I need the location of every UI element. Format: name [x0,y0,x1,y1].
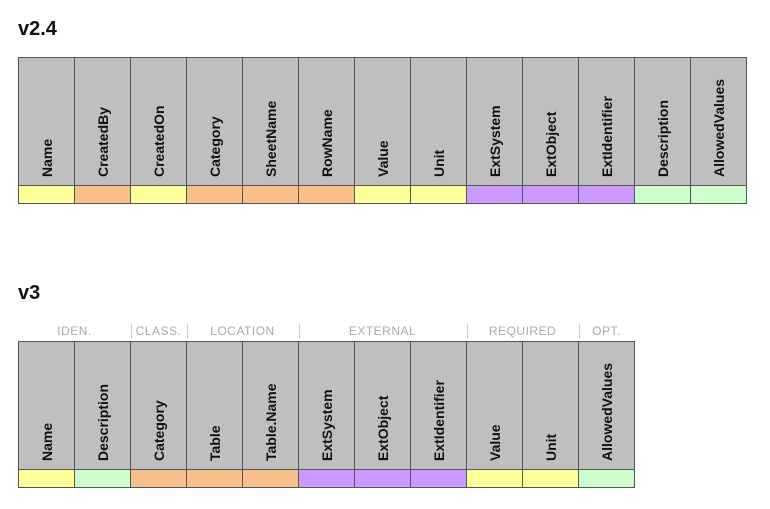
color-cell [523,469,579,487]
column-header: Description [635,58,691,186]
color-cell [19,469,75,487]
column-header: Category [187,58,243,186]
group-header-label: CLASS. [136,324,182,338]
column-header: ExtIdentifier [579,58,635,186]
color-cell [187,186,243,204]
column-header: ExtObject [523,58,579,186]
color-cell [411,186,467,204]
v3-block: v3 IDEN. CLASS. LOCATION EXTERNAL REQUIRED OP… [18,282,752,488]
group-header: EXTERNAL [299,321,467,341]
column-header-label: Description [95,383,111,460]
color-cell [411,469,467,487]
column-header: AllowedValues [579,341,635,469]
column-header: CreatedBy [75,58,131,186]
column-header-label: Category [207,116,223,177]
column-header-label: Unit [543,433,559,460]
column-header: ExtObject [355,341,411,469]
color-cell [467,186,523,204]
column-header: Value [355,58,411,186]
column-header: Unit [411,58,467,186]
column-header: ExtSystem [467,58,523,186]
column-header: AllowedValues [691,58,747,186]
color-cell [579,469,635,487]
column-header: ExtIdentifier [411,341,467,469]
column-header-label: ExtSystem [319,389,335,461]
column-header-label: ExtObject [543,112,559,177]
group-header: REQUIRED [467,321,579,341]
group-header-label: LOCATION [210,324,274,338]
v3-title: v3 [18,282,752,305]
column-header-label: CreatedBy [95,107,111,177]
column-header-label: AllowedValues [711,79,727,177]
column-header-label: ExtIdentifier [431,380,447,461]
group-header: LOCATION [187,321,299,341]
column-header-label: SheetName [263,101,279,177]
color-cell [19,186,75,204]
color-cell [691,186,747,204]
column-header-label: Unit [431,150,447,177]
color-cell [75,186,131,204]
v24-table: Name CreatedBy CreatedOn Category SheetName R… [18,57,747,204]
column-header-label: ExtObject [375,395,391,460]
column-header-label: Name [39,139,55,177]
column-header: Table [187,341,243,469]
color-cell [523,186,579,204]
v24-block: v2.4 Name CreatedBy CreatedOn Category Sheet… [18,18,752,204]
color-cell [243,469,299,487]
group-header-label: IDEN. [57,324,92,338]
color-cell [355,469,411,487]
column-header-label: Name [39,422,55,460]
color-cell [187,469,243,487]
v3-table: IDEN. CLASS. LOCATION EXTERNAL REQUIRED OPT. N… [18,321,635,488]
column-header: RowName [299,58,355,186]
column-header: Name [19,341,75,469]
color-cell [467,469,523,487]
column-header: Category [131,341,187,469]
group-header-label: EXTERNAL [349,324,416,338]
column-header-label: CreatedOn [151,105,167,177]
column-header-label: ExtSystem [487,105,503,177]
column-header: Unit [523,341,579,469]
column-header-label: Value [487,424,503,461]
color-cell [299,469,355,487]
column-header: ExtSystem [299,341,355,469]
column-header-label: Value [375,140,391,177]
column-header: Name [19,58,75,186]
color-cell [299,186,355,204]
color-cell [243,186,299,204]
color-cell [131,186,187,204]
group-header: IDEN. [19,321,131,341]
column-header-label: Table [207,425,223,461]
column-header: Description [75,341,131,469]
group-header-label: REQUIRED [489,324,556,338]
column-header: Value [467,341,523,469]
color-cell [579,186,635,204]
column-header: SheetName [243,58,299,186]
color-cell [355,186,411,204]
column-header: Table.Name [243,341,299,469]
v24-title: v2.4 [18,18,752,41]
column-header-label: RowName [319,109,335,177]
column-header-label: Table.Name [263,383,279,461]
group-header: OPT. [579,321,635,341]
group-header: CLASS. [131,321,187,341]
color-cell [75,469,131,487]
column-header-label: ExtIdentifier [599,96,615,177]
color-cell [131,469,187,487]
column-header-label: AllowedValues [599,362,615,460]
color-cell [635,186,691,204]
column-header-label: Description [655,100,671,177]
column-header-label: Category [151,400,167,461]
column-header: CreatedOn [131,58,187,186]
group-header-label: OPT. [592,324,621,338]
